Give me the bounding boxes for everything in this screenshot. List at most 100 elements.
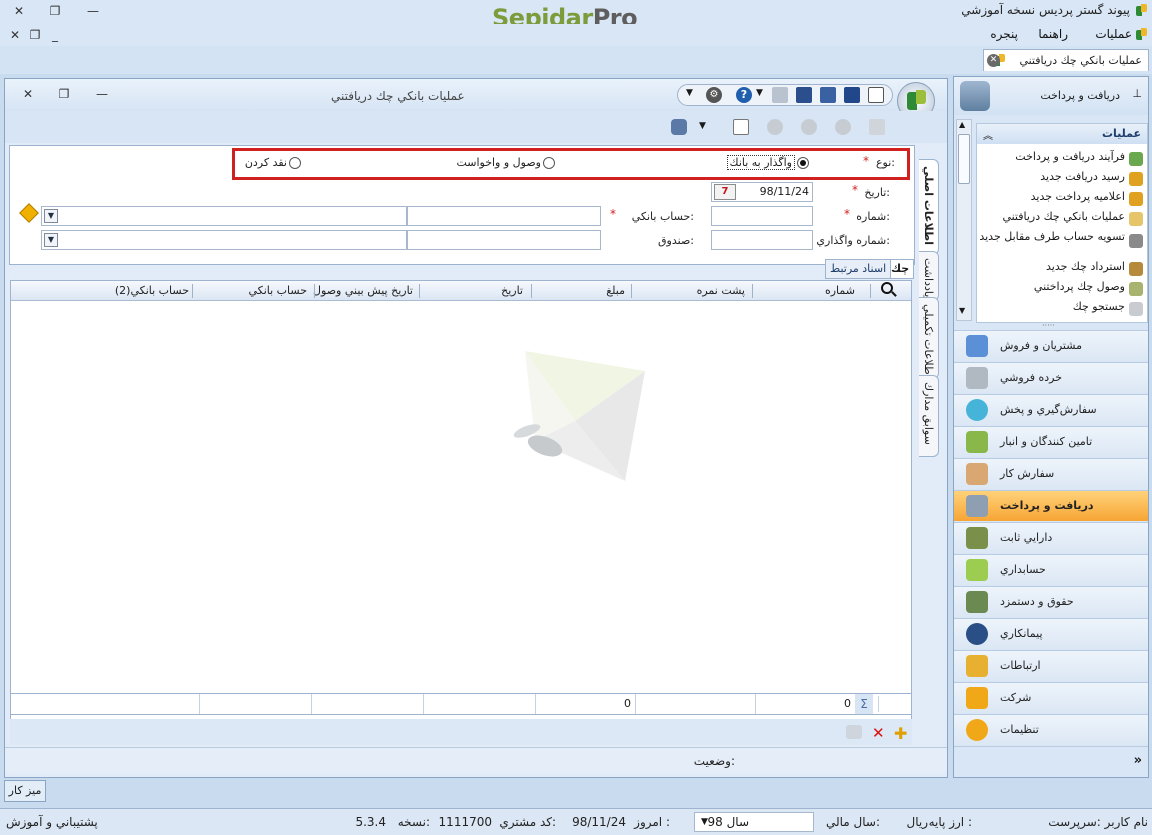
delete-icon[interactable] — [835, 119, 851, 135]
date-label: تاريخ: — [864, 186, 890, 199]
module-retail[interactable]: خرده فروشي — [954, 362, 1148, 393]
delete-row-icon[interactable]: ✕ — [872, 724, 885, 742]
op-new-receipt[interactable]: رسيد دريافت جديد — [965, 170, 1125, 183]
side-tab-notes[interactable]: يادداشت — [919, 251, 939, 301]
restore-icon[interactable]: ❐ — [44, 2, 66, 20]
expand-modules-icon[interactable]: » — [1134, 753, 1142, 768]
module-settings[interactable]: تنظيمات — [954, 714, 1148, 745]
mdi-restore-icon[interactable]: ❐ — [24, 26, 46, 44]
col-date[interactable]: تاريخ — [501, 284, 523, 297]
close-icon[interactable]: ✕ — [8, 2, 30, 20]
operations-header[interactable]: عمليات ︽ — [977, 124, 1147, 144]
row-option-icon[interactable] — [846, 725, 862, 739]
operations-box: عمليات ︽ فرآيند دريافت و پرداخت رسيد دري… — [976, 123, 1148, 323]
fiscal-year-select[interactable]: سال 98 ▼ — [694, 812, 814, 832]
save-close-icon[interactable] — [796, 87, 812, 103]
bank-account-code-field[interactable] — [407, 206, 601, 226]
menu-window[interactable]: پنجره — [990, 27, 1018, 41]
module-receive-pay[interactable]: دريافت و پرداخت — [954, 490, 1148, 521]
fund-name-field[interactable]: ▼ — [41, 230, 407, 250]
tools-icon[interactable]: ⚙ — [706, 87, 722, 103]
fiscal-year-dropdown-icon[interactable]: ▼ — [701, 817, 708, 827]
radio-collect-protest-label[interactable]: وصول و واخواست — [456, 156, 541, 169]
col-expected-collection-date[interactable]: تاريخ پيش بيني وصول — [313, 284, 413, 297]
op-process[interactable]: فرآيند دريافت و پرداخت — [965, 150, 1125, 163]
desk-button[interactable]: ميز كار — [4, 780, 46, 802]
radio-assign-to-bank-label[interactable]: واگذار به بانك — [726, 155, 795, 170]
col-bank-account[interactable]: حساب بانكي — [248, 284, 307, 297]
help-icon[interactable]: ? — [736, 87, 752, 103]
col-back-number[interactable]: پشت نمره — [697, 284, 745, 297]
op-search-check[interactable]: جستجو چك — [965, 300, 1125, 313]
fund-dropdown-icon[interactable]: ▼ — [44, 233, 58, 247]
form-restore-icon[interactable]: ❐ — [53, 85, 75, 103]
side-tab-document-history[interactable]: سوابق مدارك — [919, 375, 939, 457]
assign-number-field[interactable] — [711, 230, 813, 250]
radio-collect-protest[interactable] — [543, 157, 555, 169]
module-payroll[interactable]: حقوق و دستمزد — [954, 586, 1148, 617]
add-row-icon[interactable]: ✚ — [894, 724, 907, 743]
date-field[interactable]: 98/11/24 7 — [711, 182, 813, 202]
op-new-payment[interactable]: اعلاميه پرداخت جديد — [965, 190, 1125, 203]
new-icon[interactable] — [868, 87, 884, 103]
fund-code-field[interactable] — [407, 230, 601, 250]
module-customers-sales[interactable]: مشتريان و فروش — [954, 330, 1148, 361]
op-collect-payable-check[interactable]: وصول چك پرداختني — [965, 280, 1125, 293]
print-preview-icon[interactable] — [671, 119, 687, 135]
help-dropdown-icon[interactable]: ▼ — [756, 88, 763, 98]
copy-icon[interactable] — [869, 119, 885, 135]
menu-help[interactable]: راهنما — [1038, 27, 1068, 41]
checks-grid[interactable]: شماره پشت نمره مبلغ تاريخ تاريخ پيش بيني… — [10, 280, 912, 720]
edit-icon[interactable] — [733, 119, 749, 135]
radio-assign-to-bank[interactable] — [797, 157, 809, 169]
bank-account-dropdown-icon[interactable]: ▼ — [44, 209, 58, 223]
col-number[interactable]: شماره — [825, 284, 855, 297]
scroll-up-icon[interactable]: ▲ — [959, 120, 965, 129]
op-new-check-return[interactable]: استرداد چك جديد — [965, 260, 1125, 273]
module-communications[interactable]: ارتباطات — [954, 650, 1148, 681]
calendar-icon[interactable]: 7 — [714, 184, 736, 200]
tab-related-docs[interactable]: اسناد مرتبط — [825, 259, 892, 279]
side-tab-additional-info[interactable]: اطلاعات تكميلي — [919, 297, 939, 379]
bank-account-name-field[interactable]: ▼ — [41, 206, 407, 226]
redo-icon[interactable] — [801, 119, 817, 135]
splitter-grip[interactable]: ····· — [1042, 321, 1055, 330]
op-new-settlement[interactable]: تسويه حساب طرف مقابل جديد — [965, 230, 1125, 243]
op-bank-check-operations[interactable]: عمليات بانكي چك دريافتني — [965, 210, 1125, 223]
undo-icon[interactable] — [767, 119, 783, 135]
side-tab-main-info[interactable]: اطلاعات اصلي — [919, 159, 939, 255]
collapse-icon[interactable]: ︽ — [983, 127, 993, 142]
tab-bank-check-operations[interactable]: عمليات بانكي چك دريافتني ✕ — [983, 49, 1149, 71]
module-company[interactable]: شركت — [954, 682, 1148, 713]
menu-operations[interactable]: عمليات — [1095, 27, 1132, 41]
form-close-icon[interactable]: ✕ — [17, 85, 39, 103]
number-field[interactable] — [711, 206, 813, 226]
print-icon[interactable] — [772, 87, 788, 103]
payment-icon — [1129, 192, 1143, 206]
form-minimize-icon[interactable]: — — [91, 85, 113, 103]
quick-dropdown-icon[interactable]: ▼ — [686, 88, 693, 98]
module-fixed-assets[interactable]: دارايي ثابت — [954, 522, 1148, 553]
pin-icon[interactable]: ⊥ — [1132, 87, 1142, 100]
footer-bank-account — [199, 694, 311, 714]
radio-cash[interactable] — [289, 157, 301, 169]
tab-close-icon[interactable]: ✕ — [987, 54, 1000, 67]
module-work-order[interactable]: سفارش كار — [954, 458, 1148, 489]
minimize-icon[interactable]: — — [82, 2, 104, 20]
save-icon[interactable] — [844, 87, 860, 103]
mdi-close-icon[interactable]: ✕ — [4, 26, 26, 44]
save-new-icon[interactable] — [820, 87, 836, 103]
type-label: نوع: — [875, 156, 895, 169]
module-accounting[interactable]: حسابداري — [954, 554, 1148, 585]
module-contracting[interactable]: پيمانكاري — [954, 618, 1148, 649]
radio-cash-label[interactable]: نقد كردن — [245, 156, 287, 169]
col-amount[interactable]: مبلغ — [606, 284, 625, 297]
module-suppliers-inventory[interactable]: تامين كنندگان و انبار — [954, 426, 1148, 457]
mdi-minimize-icon[interactable]: _ — [44, 26, 66, 44]
print-dropdown-icon[interactable]: ▼ — [699, 121, 706, 131]
module-ordering-distribution[interactable]: سفارش‌گيري و پخش — [954, 394, 1148, 425]
support-link[interactable]: پشتيباني و آموزش — [6, 815, 98, 829]
col-bank-account-2[interactable]: حساب بانكي(2) — [115, 284, 189, 297]
bank-account-label: حساب بانكي: — [631, 210, 694, 223]
grid-search-icon[interactable] — [881, 282, 897, 298]
